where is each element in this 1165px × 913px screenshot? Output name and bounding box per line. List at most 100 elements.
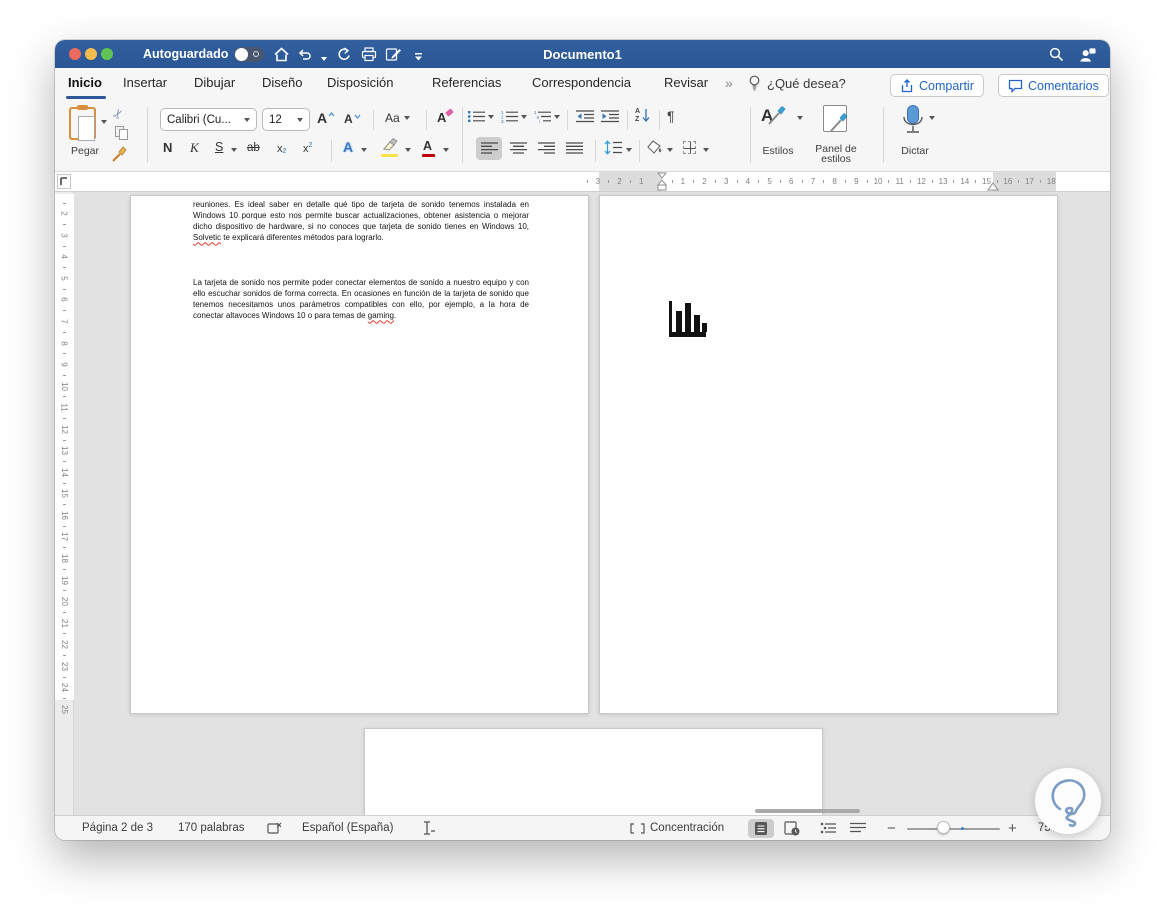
subscript-button[interactable]: x2	[277, 142, 286, 156]
highlight-button[interactable]	[381, 138, 398, 157]
align-left-button[interactable]	[481, 142, 498, 155]
focus-mode-label[interactable]: Concentración	[650, 816, 724, 840]
paste-clipboard-icon[interactable]	[69, 105, 96, 141]
outline-view-icon[interactable]	[820, 816, 836, 840]
underline-button[interactable]: S	[215, 140, 223, 154]
tab-inicio[interactable]: Inicio	[68, 68, 102, 97]
styles-pane-label[interactable]: Panel de estilos	[805, 144, 867, 165]
word-count[interactable]: 170 palabras	[178, 816, 245, 840]
language-indicator[interactable]: Español (España)	[302, 816, 393, 840]
paste-label[interactable]: Pegar	[59, 146, 111, 157]
dictate-chevron-icon[interactable]	[929, 116, 935, 120]
right-indent-marker[interactable]	[987, 182, 999, 191]
tell-me-label[interactable]: ¿Qué desea?	[767, 68, 846, 98]
underline-chevron-icon[interactable]	[231, 148, 237, 152]
vertical-ruler-numbers: 2 3 4 5 6 7 8 9 10 11 12 13 14 15 16 17 18 19 20 21 22 23 24 25	[55, 202, 74, 720]
line-spacing-button[interactable]	[604, 140, 622, 155]
indent-marker[interactable]	[656, 172, 668, 192]
web-layout-view-icon[interactable]	[784, 816, 800, 840]
numbering-chevron-icon[interactable]	[521, 115, 527, 119]
line-spacing-chevron-icon[interactable]	[626, 148, 632, 152]
styles-label[interactable]: Estilos	[753, 146, 803, 157]
increase-indent-button[interactable]	[601, 110, 619, 123]
zoom-slider-thumb[interactable]	[937, 821, 950, 834]
change-case-button[interactable]: Aa	[385, 111, 410, 125]
tab-dibujar[interactable]: Dibujar	[194, 68, 235, 97]
bar-chart-icon[interactable]	[669, 299, 709, 337]
font-size-select[interactable]: 12	[262, 108, 310, 131]
align-center-button[interactable]	[510, 142, 527, 155]
lightbulb-sketch-icon[interactable]	[1035, 768, 1101, 834]
format-painter-icon[interactable]	[111, 146, 128, 163]
highlight-chevron-icon[interactable]	[405, 148, 411, 152]
account-icon[interactable]	[1079, 46, 1096, 63]
tab-revisar[interactable]: Revisar	[664, 68, 708, 97]
styles-pane-icon[interactable]	[823, 105, 848, 132]
clear-formatting-button[interactable]: A	[437, 108, 455, 125]
borders-chevron-icon[interactable]	[703, 148, 709, 152]
grow-font-button[interactable]: A	[317, 110, 335, 126]
italic-button[interactable]: K	[190, 140, 199, 156]
horizontal-scrollbar-thumb[interactable]	[755, 809, 860, 813]
tab-overflow-chevrons[interactable]: »	[725, 68, 733, 98]
tab-diseno[interactable]: Diseño	[262, 68, 302, 97]
font-name-select[interactable]: Calibri (Cu...	[160, 108, 257, 131]
superscript-button[interactable]: x2	[303, 142, 312, 156]
ruler-right-numbers: 16 17 18	[996, 172, 1062, 191]
font-color-button[interactable]: A	[422, 139, 435, 157]
tab-referencias[interactable]: Referencias	[432, 68, 501, 97]
page-indicator[interactable]: Página 2 de 3	[82, 816, 153, 840]
shading-button[interactable]	[647, 140, 664, 155]
dictate-icon[interactable]	[899, 105, 927, 137]
tab-disposicion[interactable]: Disposición	[327, 68, 393, 97]
vertical-ruler[interactable]: 2 3 4 5 6 7 8 9 10 11 12 13 14 15 16 17 18 19 20 21 22 23 24 25	[55, 192, 74, 815]
pilcrow-button[interactable]: ¶	[667, 108, 675, 124]
draft-view-icon[interactable]	[850, 816, 866, 840]
strikethrough-button[interactable]: ab	[247, 142, 260, 154]
borders-button[interactable]	[683, 141, 696, 154]
zoom-in-button[interactable]: +	[1008, 816, 1017, 840]
ruler-number: 7	[801, 172, 824, 191]
text-effects-chevron-icon[interactable]	[361, 148, 367, 152]
numbering-button[interactable]: 123	[501, 110, 518, 123]
copy-icon[interactable]	[115, 126, 128, 140]
print-layout-view-icon[interactable]	[754, 816, 768, 840]
ruler-number: 18	[55, 547, 74, 570]
text-effects-button[interactable]: A	[343, 139, 353, 155]
tab-insertar[interactable]: Insertar	[123, 68, 167, 97]
text-cursor-icon[interactable]	[420, 816, 435, 840]
tab-stop-selector[interactable]	[57, 174, 71, 189]
paste-chevron-icon[interactable]	[101, 120, 107, 124]
comments-button[interactable]: Comentarios	[998, 74, 1109, 97]
tab-correspondencia[interactable]: Correspondencia	[532, 68, 631, 97]
bullets-button[interactable]	[468, 110, 485, 123]
cut-icon[interactable]: ✂	[109, 105, 128, 122]
focus-mode-icon[interactable]	[630, 816, 645, 840]
search-icon[interactable]	[1048, 46, 1065, 63]
styles-chevron-icon[interactable]	[797, 116, 803, 120]
justify-button[interactable]	[566, 142, 583, 155]
paragraph-2[interactable]: La tarjeta de sonido nos permite poder c…	[193, 277, 529, 321]
dictate-label[interactable]: Dictar	[893, 146, 937, 157]
shading-chevron-icon[interactable]	[667, 148, 673, 152]
spelling-status-icon[interactable]	[267, 816, 282, 840]
share-button[interactable]: Compartir	[890, 74, 984, 97]
styles-icon[interactable]: A	[761, 106, 787, 126]
align-right-button[interactable]	[538, 142, 555, 155]
bullets-chevron-icon[interactable]	[488, 115, 494, 119]
zoom-slider-track[interactable]	[907, 827, 1000, 830]
font-color-chevron-icon[interactable]	[443, 148, 449, 152]
sort-button[interactable]: AZ	[635, 108, 650, 123]
zoom-out-button[interactable]: −	[887, 816, 896, 840]
multilevel-chevron-icon[interactable]	[554, 115, 560, 119]
horizontal-ruler[interactable]: 321 1 2 3 4 5 6 7 8 9 10 11 12 13 14 15 16 17 18	[55, 172, 1110, 192]
paragraph-1[interactable]: reuniones. Es ideal saber en detalle qué…	[193, 199, 529, 243]
multilevel-list-button[interactable]: 1ai	[534, 110, 551, 123]
bold-button[interactable]: N	[163, 140, 172, 155]
page-3[interactable]	[364, 728, 823, 815]
shrink-font-button[interactable]: A	[344, 112, 361, 126]
document-area[interactable]: 2 3 4 5 6 7 8 9 10 11 12 13 14 15 16 17 18 19 20 21 22 23 24 25…	[55, 192, 1110, 815]
decrease-indent-button[interactable]	[576, 110, 594, 123]
page-1[interactable]: reuniones. Es ideal saber en detalle qué…	[130, 195, 589, 714]
page-2[interactable]	[599, 195, 1058, 714]
